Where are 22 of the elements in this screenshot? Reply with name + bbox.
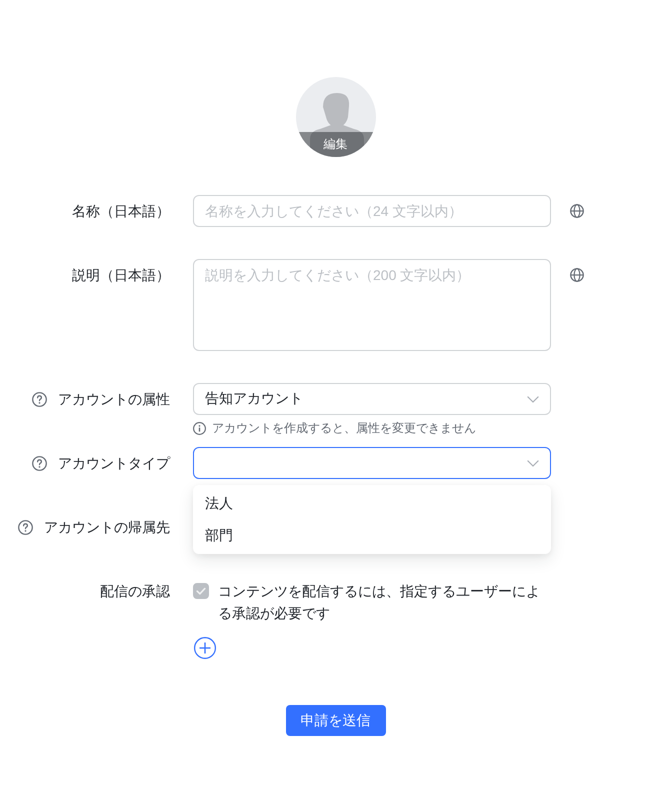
text-input-field[interactable]: 名称を入力してください（24 文字以内） [193, 195, 551, 227]
chevron-down-icon [527, 396, 539, 402]
dropdown-option[interactable]: 部門 [193, 519, 551, 551]
globe-icon[interactable] [570, 204, 584, 218]
field-label: 配信の承認 [100, 582, 170, 601]
select-field[interactable] [193, 447, 551, 479]
field-label: 説明（日本語） [72, 266, 170, 285]
globe-icon[interactable] [570, 268, 584, 282]
dropdown-option[interactable]: 法人 [193, 487, 551, 519]
textarea-field[interactable]: 説明を入力してください（200 文字以内） [193, 259, 551, 351]
chevron-down-icon [527, 460, 539, 466]
add-icon[interactable] [194, 637, 216, 659]
hint-text: アカウントを作成すると、属性を変更できません [212, 420, 476, 437]
select-field[interactable]: 告知アカウント [193, 383, 551, 415]
field-label: 名称（日本語） [72, 202, 170, 221]
field-label: アカウントの帰属先 [44, 518, 170, 537]
checkbox-label: コンテンツを配信するには、指定するユーザーによる承認が必要です [218, 582, 541, 623]
field-label: アカウントの属性 [58, 390, 170, 409]
field-label: アカウントタイプ [58, 454, 170, 473]
info-icon [193, 422, 206, 434]
submit-button[interactable]: 申請を送信 [286, 705, 386, 736]
person-silhouette-icon [310, 93, 364, 157]
